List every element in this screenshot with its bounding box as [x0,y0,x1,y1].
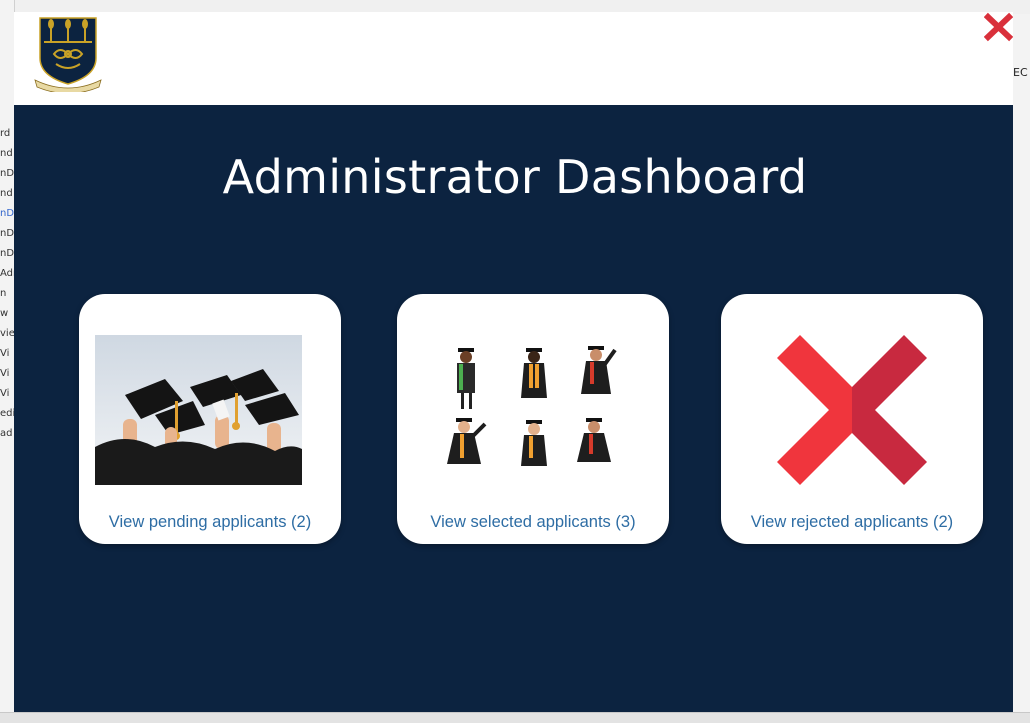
graduation-caps-photo [95,335,302,485]
rejected-applicants-card[interactable]: View rejected applicants (2) [721,294,983,544]
pending-applicants-link[interactable]: View pending applicants (2) [79,513,341,532]
university-crest-logo [34,17,102,92]
pending-applicants-card[interactable]: View pending applicants (2) [79,294,341,544]
selected-applicants-card[interactable]: View selected applicants (3) [397,294,669,544]
bg-fragment: Vi [0,348,10,359]
red-x-icon [777,335,927,485]
page-title: Administrator Dashboard [222,150,808,204]
bg-fragment: nD [0,208,15,219]
bg-fragment: rd [0,128,11,139]
bg-fragment: edi [0,408,15,419]
close-icon[interactable] [984,12,1013,42]
bg-fragment: vie [0,328,15,339]
bg-fragment: EC [1013,66,1028,79]
background-ide-right-panel: EC [1013,14,1030,722]
background-ide-statusbar [0,712,1030,723]
bg-fragment: Adr [0,268,14,279]
selected-applicants-link[interactable]: View selected applicants (3) [397,513,669,532]
rejected-applicants-link[interactable]: View rejected applicants (2) [721,513,983,532]
bg-fragment: nD [0,168,15,179]
bg-fragment: n [0,288,7,299]
background-ide-left-panel: rd nd nD nd nD nD nD Adr n w vie Vi Vi V… [0,0,15,722]
header-bar [14,12,1013,105]
bg-fragment: Vi [0,368,10,379]
bg-fragment: nd [0,188,13,199]
bg-fragment: Vi [0,388,10,399]
bg-fragment: nD [0,228,15,239]
bg-fragment: w [0,308,9,319]
bg-fragment: nd [0,148,13,159]
bg-fragment: nD [0,248,15,259]
graduates-illustration [443,340,629,484]
dashboard-window: Administrator Dashboard View pending app… [14,12,1013,712]
bg-fragment: ad [0,428,13,439]
